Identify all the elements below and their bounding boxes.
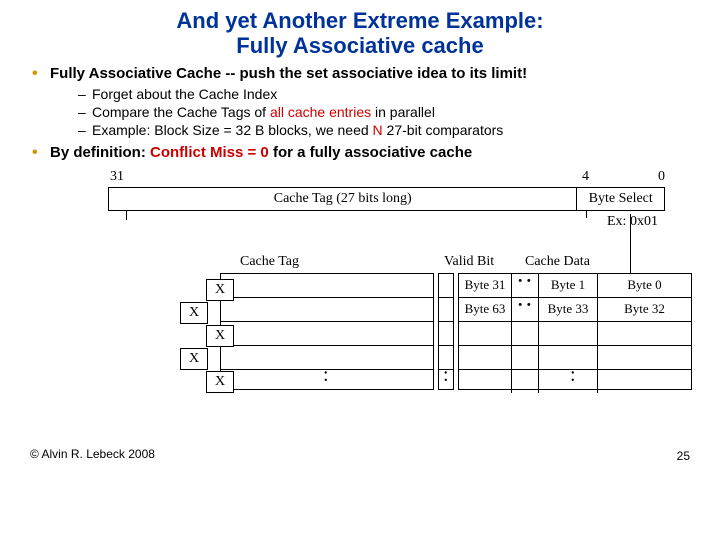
ellipsis-colon: :: [570, 364, 576, 387]
bit-label-31: 31: [110, 169, 124, 185]
comparator: X: [206, 279, 234, 301]
address-word: Cache Tag (27 bits long) Byte Select: [108, 187, 665, 211]
sub-2: Compare the Cache Tags of all cache entr…: [78, 104, 690, 120]
footer: © Alvin R. Lebeck 2008 25: [30, 447, 690, 461]
comparator: X: [206, 325, 234, 347]
tick-31: [126, 210, 127, 220]
bit-label-4: 4: [582, 169, 589, 185]
label-valid-bit: Valid Bit: [444, 254, 494, 270]
bullets: Fully Associative Cache -- push the set …: [30, 65, 690, 161]
byte-select-example: Ex: 0x01: [607, 214, 658, 230]
page-number: 25: [677, 449, 690, 463]
diagram: 31 4 0 Cache Tag (27 bits long) Byte Sel…: [30, 169, 690, 459]
tick-4: [586, 210, 587, 218]
label-cache-data: Cache Data: [525, 254, 590, 270]
label-cache-tag: Cache Tag: [240, 254, 299, 270]
ellipsis-colon: :: [323, 364, 329, 387]
comparator: X: [206, 371, 234, 393]
slide-title: And yet Another Extreme Example: Fully A…: [30, 8, 690, 59]
comparator: X: [180, 302, 208, 324]
byte-select-arrow: [630, 214, 631, 282]
addr-tag-field: Cache Tag (27 bits long): [109, 188, 577, 210]
sub-1: Forget about the Cache Index: [78, 86, 690, 102]
comparator: X: [180, 348, 208, 370]
sub-3: Example: Block Size = 32 B blocks, we ne…: [78, 122, 690, 138]
bullet-1: Fully Associative Cache -- push the set …: [32, 65, 690, 138]
copyright: © Alvin R. Lebeck 2008: [30, 447, 155, 461]
data-row-0: Byte 31• •Byte 1Byte 0: [459, 274, 691, 298]
addr-byte-select: Byte Select: [577, 188, 664, 210]
bullet-2: By definition: Conflict Miss = 0 for a f…: [32, 144, 690, 161]
data-row-1: Byte 63• •Byte 33Byte 32: [459, 298, 691, 322]
bit-label-0: 0: [658, 169, 665, 185]
ellipsis-colon: :: [443, 364, 449, 387]
